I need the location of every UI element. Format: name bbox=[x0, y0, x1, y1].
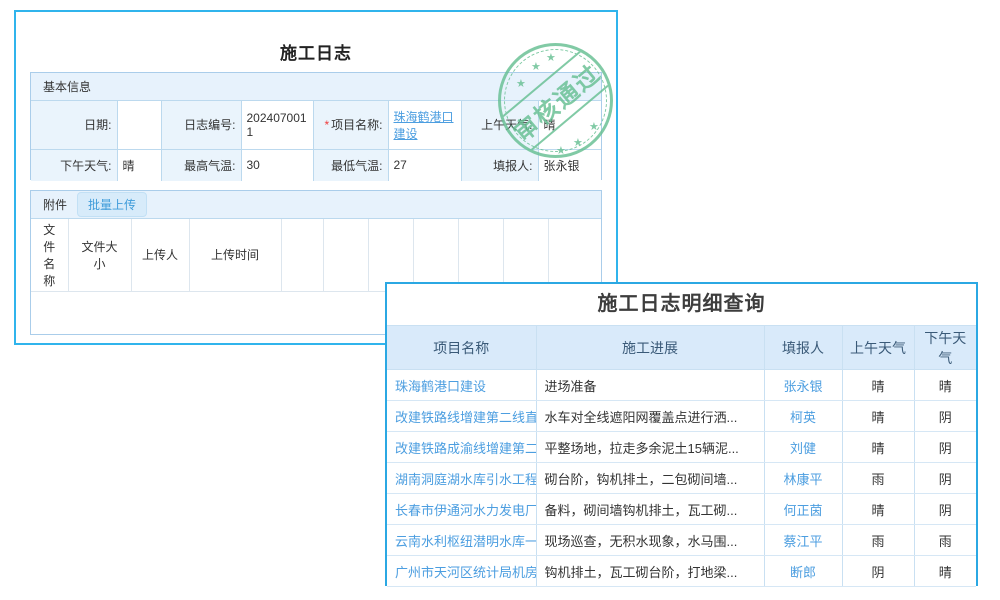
table-row: 湖南洞庭湖水库引水工程施工标 砌台阶，钩机排土，二包砌间墙... 林康平 雨 阴 bbox=[387, 463, 976, 494]
table-row: 改建铁路线增建第二线直通线 水车对全线遮阳网覆盖点进行洒... 柯英 晴 阴 bbox=[387, 401, 976, 432]
pm-weather-label: 下午天气: bbox=[31, 149, 117, 181]
page: 施工日志 基本信息 日期: 日志编号: 2024070011 *项目名称: 珠海… bbox=[0, 0, 1000, 600]
am-weather-cell: 晴 bbox=[842, 401, 914, 432]
pm-weather-cell: 阴 bbox=[914, 494, 976, 525]
col-header-reporter: 填报人 bbox=[764, 326, 842, 370]
pm-weather-cell: 阴 bbox=[914, 432, 976, 463]
log-number-label: 日志编号: bbox=[161, 101, 241, 149]
table-row: 珠海鹤港口建设 进场准备 张永银 晴 晴 bbox=[387, 370, 976, 401]
project-name-cell: 珠海鹤港口建设 bbox=[388, 101, 461, 149]
project-link[interactable]: 改建铁路线增建第二线直通线 bbox=[387, 401, 536, 432]
min-temp-value: 27 bbox=[388, 149, 461, 181]
am-weather-cell: 雨 bbox=[842, 525, 914, 556]
reporter-link[interactable]: 林康平 bbox=[764, 463, 842, 494]
reporter-value: 张永银 bbox=[538, 149, 601, 181]
table-row: 改建铁路成渝线增建第二直通线 平整场地，拉走多余泥土15辆泥... 刘健 晴 阴 bbox=[387, 432, 976, 463]
pm-weather-cell: 雨 bbox=[914, 525, 976, 556]
detail-query-panel: 施工日志明细查询 项目名称 施工进展 填报人 上午天气 下午天气 珠海鹤港口建设… bbox=[385, 282, 978, 586]
project-link[interactable]: 云南水利枢纽潜明水库一期工程 bbox=[387, 525, 536, 556]
batch-upload-button[interactable]: 批量上传 bbox=[77, 192, 147, 217]
am-weather-cell: 晴 bbox=[842, 432, 914, 463]
project-link[interactable]: 珠海鹤港口建设 bbox=[387, 370, 536, 401]
min-temp-label: 最低气温: bbox=[313, 149, 388, 181]
reporter-link[interactable]: 柯英 bbox=[764, 401, 842, 432]
empty-cell bbox=[323, 219, 368, 291]
log-form-title: 施工日志 bbox=[16, 39, 616, 64]
am-weather-cell: 晴 bbox=[842, 370, 914, 401]
col-header-project: 项目名称 bbox=[387, 326, 536, 370]
attachment-header: 附件 批量上传 bbox=[31, 191, 601, 219]
progress-cell: 备料，砌间墙钩机排土，瓦工砌... bbox=[536, 494, 764, 525]
col-header-pm-weather: 下午天气 bbox=[914, 326, 976, 370]
progress-cell: 钩机排土，瓦工砌台阶，打地梁... bbox=[536, 556, 764, 587]
upload-time-column-header: 上传时间 bbox=[189, 219, 281, 291]
uploader-column-header: 上传人 bbox=[131, 219, 189, 291]
pm-weather-value: 晴 bbox=[117, 149, 161, 181]
file-name-column-header: 文件名称 bbox=[31, 219, 68, 291]
date-label: 日期: bbox=[31, 101, 117, 149]
required-asterisk: * bbox=[324, 118, 329, 132]
basic-info-section: 基本信息 日期: 日志编号: 2024070011 *项目名称: 珠海鹤港口建设… bbox=[30, 72, 602, 180]
project-link[interactable]: 湖南洞庭湖水库引水工程施工标 bbox=[387, 463, 536, 494]
reporter-link[interactable]: 蔡江平 bbox=[764, 525, 842, 556]
reporter-label: 填报人: bbox=[461, 149, 538, 181]
progress-cell: 进场准备 bbox=[536, 370, 764, 401]
project-link[interactable]: 广州市天河区统计局机房改造项目 bbox=[387, 556, 536, 587]
progress-cell: 水车对全线遮阳网覆盖点进行洒... bbox=[536, 401, 764, 432]
table-row: 云南水利枢纽潜明水库一期工程 现场巡查，无积水现象，水马围... 蔡江平 雨 雨 bbox=[387, 525, 976, 556]
progress-cell: 平整场地，拉走多余泥土15辆泥... bbox=[536, 432, 764, 463]
table-row: 长春市伊通河水力发电厂改建工程 备料，砌间墙钩机排土，瓦工砌... 何正茵 晴 … bbox=[387, 494, 976, 525]
empty-cell bbox=[458, 219, 503, 291]
am-weather-label: 上午天气: bbox=[461, 101, 538, 149]
am-weather-cell: 阴 bbox=[842, 556, 914, 587]
reporter-link[interactable]: 张永银 bbox=[764, 370, 842, 401]
pm-weather-cell: 阴 bbox=[914, 401, 976, 432]
reporter-link[interactable]: 刘健 bbox=[764, 432, 842, 463]
reporter-link[interactable]: 何正茵 bbox=[764, 494, 842, 525]
attachment-table: 文件名称 文件大小 上传人 上传时间 bbox=[31, 219, 601, 292]
max-temp-value: 30 bbox=[241, 149, 313, 181]
project-link[interactable]: 改建铁路成渝线增建第二直通线 bbox=[387, 432, 536, 463]
max-temp-label: 最高气温: bbox=[161, 149, 241, 181]
log-number-value: 2024070011 bbox=[241, 101, 313, 149]
basic-info-grid: 日期: 日志编号: 2024070011 *项目名称: 珠海鹤港口建设 上午天气… bbox=[31, 101, 601, 181]
detail-query-table: 项目名称 施工进展 填报人 上午天气 下午天气 珠海鹤港口建设 进场准备 张永银… bbox=[387, 325, 976, 587]
pm-weather-cell: 晴 bbox=[914, 556, 976, 587]
detail-query-title: 施工日志明细查询 bbox=[387, 284, 976, 325]
file-size-column-header: 文件大小 bbox=[68, 219, 131, 291]
am-weather-cell: 晴 bbox=[842, 494, 914, 525]
project-name-link[interactable]: 珠海鹤港口建设 bbox=[394, 110, 454, 141]
empty-cell bbox=[281, 219, 323, 291]
empty-cell bbox=[368, 219, 413, 291]
col-header-progress: 施工进展 bbox=[536, 326, 764, 370]
basic-info-header: 基本信息 bbox=[31, 73, 601, 101]
project-name-label: *项目名称: bbox=[313, 101, 388, 149]
empty-cell bbox=[413, 219, 458, 291]
pm-weather-cell: 晴 bbox=[914, 370, 976, 401]
project-link[interactable]: 长春市伊通河水力发电厂改建工程 bbox=[387, 494, 536, 525]
col-header-am-weather: 上午天气 bbox=[842, 326, 914, 370]
am-weather-value: 晴 bbox=[538, 101, 601, 149]
table-row: 广州市天河区统计局机房改造项目 钩机排土，瓦工砌台阶，打地梁... 断郎 阴 晴 bbox=[387, 556, 976, 587]
empty-cell bbox=[503, 219, 548, 291]
pm-weather-cell: 阴 bbox=[914, 463, 976, 494]
empty-cell bbox=[548, 219, 601, 291]
detail-table-header-row: 项目名称 施工进展 填报人 上午天气 下午天气 bbox=[387, 326, 976, 370]
reporter-link[interactable]: 断郎 bbox=[764, 556, 842, 587]
am-weather-cell: 雨 bbox=[842, 463, 914, 494]
progress-cell: 现场巡查，无积水现象，水马围... bbox=[536, 525, 764, 556]
attachment-label: 附件 bbox=[43, 196, 67, 213]
date-value bbox=[117, 101, 161, 149]
progress-cell: 砌台阶，钩机排土，二包砌间墙... bbox=[536, 463, 764, 494]
